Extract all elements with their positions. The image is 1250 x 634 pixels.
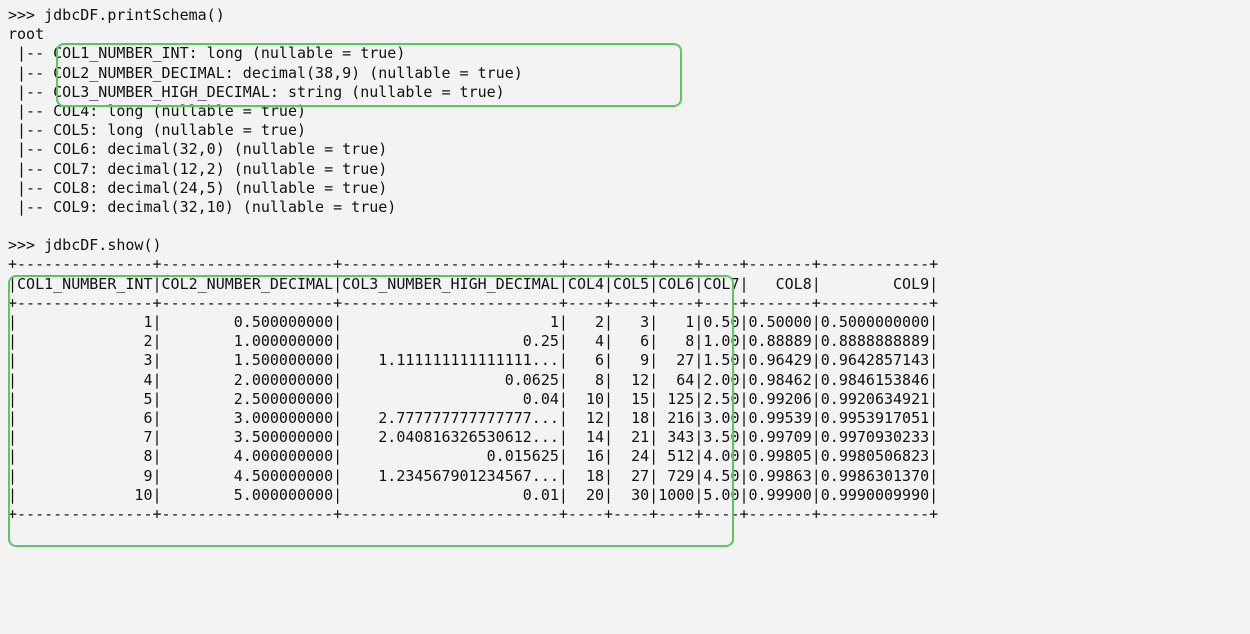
cmd-show: >>> jdbcDF.show() [8, 236, 162, 254]
schema-root: root [8, 25, 44, 43]
schema-line: |-- COL8: decimal(24,5) (nullable = true… [8, 179, 387, 197]
table-row: | 10| 5.000000000| 0.01| 20| 30|1000|5.0… [8, 486, 938, 504]
schema-line: |-- COL4: long (nullable = true) [8, 102, 306, 120]
table-row: | 4| 2.000000000| 0.0625| 8| 12| 64|2.00… [8, 371, 938, 389]
schema-line: |-- COL6: decimal(32,0) (nullable = true… [8, 140, 387, 158]
table-row: | 1| 0.500000000| 1| 2| 3| 1|0.50|0.5000… [8, 313, 938, 331]
table-row: | 6| 3.000000000| 2.777777777777777...| … [8, 409, 938, 427]
table-header: |COL1_NUMBER_INT|COL2_NUMBER_DECIMAL|COL… [8, 275, 938, 293]
terminal-output: >>> jdbcDF.printSchema() root |-- COL1_N… [0, 0, 1250, 634]
schema-line: |-- COL2_NUMBER_DECIMAL: decimal(38,9) (… [8, 64, 523, 82]
schema-line: |-- COL5: long (nullable = true) [8, 121, 306, 139]
schema-line: |-- COL3_NUMBER_HIGH_DECIMAL: string (nu… [8, 83, 505, 101]
table-sep: +---------------+-------------------+---… [8, 294, 938, 312]
table-row: | 7| 3.500000000| 2.040816326530612...| … [8, 428, 938, 446]
table-row: | 9| 4.500000000| 1.234567901234567...| … [8, 467, 938, 485]
terminal-pre: >>> jdbcDF.printSchema() root |-- COL1_N… [0, 0, 1250, 538]
cmd-print-schema: >>> jdbcDF.printSchema() [8, 6, 225, 24]
schema-line: |-- COL1_NUMBER_INT: long (nullable = tr… [8, 44, 405, 62]
schema-line: |-- COL7: decimal(12,2) (nullable = true… [8, 160, 387, 178]
table-sep: +---------------+-------------------+---… [8, 505, 938, 523]
table-sep: +---------------+-------------------+---… [8, 255, 938, 273]
table-row: | 5| 2.500000000| 0.04| 10| 15| 125|2.50… [8, 390, 938, 408]
schema-line: |-- COL9: decimal(32,10) (nullable = tru… [8, 198, 396, 216]
table-row: | 8| 4.000000000| 0.015625| 16| 24| 512|… [8, 447, 938, 465]
table-row: | 3| 1.500000000| 1.111111111111111...| … [8, 351, 938, 369]
table-row: | 2| 1.000000000| 0.25| 4| 6| 8|1.00|0.8… [8, 332, 938, 350]
